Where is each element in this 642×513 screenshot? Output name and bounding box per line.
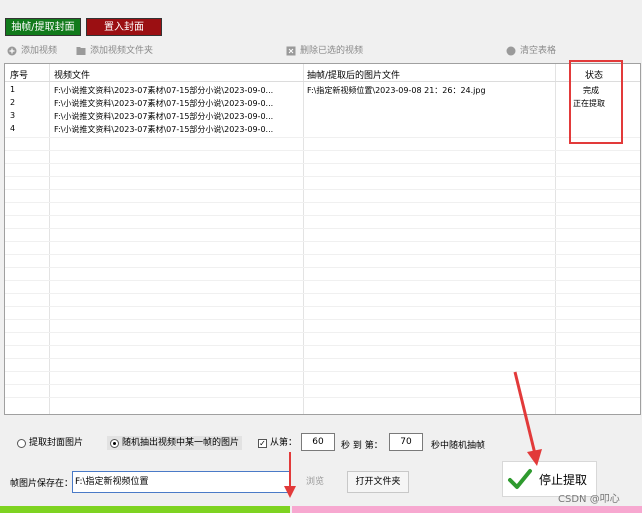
option-random-label: 随机抽出视频中某一帧的图片 [122,438,240,448]
from-label: 从第： [270,438,298,448]
table-row-index[interactable]: 1 [10,85,15,94]
table-row-video[interactable]: F:\小说推文资料\2023-07素材\07-15部分小说\2023-09-0.… [54,111,300,122]
radio-cover[interactable] [17,438,26,448]
header-video[interactable]: 视频文件 [54,68,90,81]
clear-table-label: 清空表格 [520,46,557,56]
table-row-index[interactable]: 2 [10,98,15,107]
to-label: 秒 到 第： [341,441,383,451]
tab-extract-cover[interactable]: 抽帧/提取封面 [5,18,81,36]
random-suffix-label: 秒中随机抽帧 [431,441,486,451]
browse-button[interactable]: 浏览 [306,474,324,487]
add-video-label: 添加视频 [21,46,58,56]
delete-icon [286,46,296,56]
save-path-input[interactable]: F:\指定新视频位置 [72,471,291,493]
progress-bar-green [0,506,290,513]
folder-icon [76,47,86,55]
table-row-index[interactable]: 4 [10,124,15,133]
option-cover-label: 提取封面图片 [29,438,84,448]
table-row-output[interactable]: F:\指定新视频位置\2023-09-08 21：26：24.jpg [307,85,553,96]
table-row-video[interactable]: F:\小说推文资料\2023-07素材\07-15部分小说\2023-09-0.… [54,98,300,109]
open-folder-button[interactable]: 打开文件夹 [347,471,409,493]
radio-random[interactable] [110,438,119,448]
status-highlight-box [569,60,623,144]
clear-circle-icon [506,46,516,56]
tab-insert-cover[interactable]: 置入封面 [86,18,162,36]
remove-selected-button[interactable]: 删除已选的视频 [286,43,363,59]
video-table[interactable]: 序号 视频文件 抽帧/提取后的图片文件 状态 1 F:\小说推文资料\2023-… [4,63,641,415]
option-from-checkbox[interactable]: ✓ 从第： [258,436,297,450]
table-row-video[interactable]: F:\小说推文资料\2023-07素材\07-15部分小说\2023-09-0.… [54,124,300,135]
option-random-frame[interactable]: 随机抽出视频中某一帧的图片 [107,436,243,450]
clear-table-button[interactable]: 清空表格 [506,43,556,59]
to-seconds-input[interactable]: 70 [389,433,423,451]
save-path-label: 帧图片保存在： [10,479,74,489]
header-output[interactable]: 抽帧/提取后的图片文件 [307,68,400,81]
checkmark-icon [508,469,532,489]
table-row-video[interactable]: F:\小说推文资料\2023-07素材\07-15部分小说\2023-09-0.… [54,85,300,96]
watermark-text: CSDN @叩心 [558,494,620,505]
remove-selected-label: 删除已选的视频 [300,46,364,56]
add-folder-button[interactable]: 添加视频文件夹 [76,43,153,59]
progress-bar-pink [292,506,642,513]
plus-circle-icon [7,46,17,56]
add-folder-label: 添加视频文件夹 [90,46,154,56]
option-extract-cover[interactable]: 提取封面图片 [17,436,83,450]
checkbox-from[interactable]: ✓ [258,438,267,448]
from-seconds-input[interactable]: 60 [301,433,335,451]
stop-extract-label: 停止提取 [539,472,588,487]
table-row-index[interactable]: 3 [10,111,15,120]
header-index[interactable]: 序号 [10,68,28,81]
arrow-annotation-icon [513,371,542,466]
add-video-button[interactable]: 添加视频 [7,43,57,59]
arrow-annotation-icon [284,452,296,498]
